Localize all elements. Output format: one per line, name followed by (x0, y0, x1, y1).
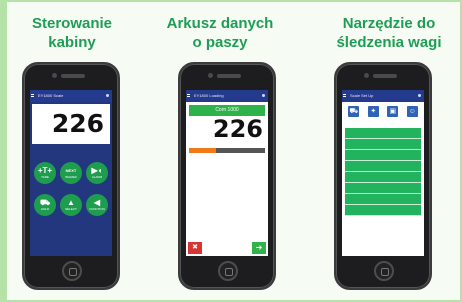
app-title: EY1800 Scale (38, 93, 64, 98)
menu-icon[interactable] (187, 94, 190, 97)
speaker (61, 74, 85, 78)
list-item[interactable] (345, 172, 421, 183)
speaker (373, 74, 397, 78)
truck-icon[interactable]: ▣ (387, 105, 399, 117)
phone-weight-tracker: Scale Set Up ⛟ ✦ ▣ ☺ (334, 62, 432, 290)
home-button[interactable] (218, 261, 238, 281)
arrow-right-icon: ➔ (255, 243, 263, 252)
stop-button[interactable]: ✖ (188, 242, 202, 254)
status-icon (106, 94, 109, 97)
tmr-icon[interactable]: ⛟ (348, 105, 360, 117)
select-button[interactable]: ▲ SELECT (60, 194, 82, 216)
speaker (217, 74, 241, 78)
function-icon: ◀ (93, 198, 101, 207)
list-item[interactable] (345, 194, 421, 205)
select-label: SELECT (65, 207, 77, 211)
phone-feed-sheet: EY1800 Loading Corn 1000 226 ✖ ➔ (178, 62, 276, 290)
app-bar: EY1800 Loading (186, 90, 268, 102)
loading-progress-bar (189, 148, 265, 153)
control-button-grid: +T+ TARE NEXT INGRED ▶◖ ALARM ⛟ HOLD ▲ SELECT… (34, 150, 108, 250)
weight-display: 226 (32, 104, 110, 144)
weight-list (345, 122, 421, 216)
list-item[interactable] (345, 205, 421, 216)
person-icon[interactable]: ☺ (406, 105, 418, 117)
column-title-cab-control: Sterowanie kabiny (31, 15, 113, 51)
weight-value: 226 (212, 115, 263, 143)
hold-label: HOLD (40, 207, 50, 211)
grain-icon[interactable]: ✦ (367, 105, 379, 117)
status-icon (418, 94, 421, 97)
app-title: EY1800 Loading (194, 93, 224, 98)
column-title-feed-sheet: Arkusz danych o paszy (166, 15, 274, 51)
hold-icon: ⛟ (39, 198, 51, 207)
menu-icon[interactable] (31, 94, 34, 97)
home-button[interactable] (374, 261, 394, 281)
function-button[interactable]: ◀ FUNCTION (86, 194, 108, 216)
camera (364, 73, 369, 78)
app-bar: Scale Set Up (342, 90, 424, 102)
screen: EY1800 Scale 226 +T+ TARE NEXT INGRED ▶◖ AL… (30, 90, 112, 256)
menu-icon[interactable] (343, 94, 346, 97)
column-title-weight-tracker: Narzędzie do śledzenia wagi (336, 15, 442, 51)
list-item[interactable] (345, 161, 421, 172)
sound-icon: ▶◖ (91, 166, 103, 175)
list-item[interactable] (345, 183, 421, 194)
tare-icon: +T+ (37, 166, 53, 175)
camera (52, 73, 57, 78)
list-item[interactable] (345, 150, 421, 161)
screen: Scale Set Up ⛟ ✦ ▣ ☺ (342, 90, 424, 256)
app-title: Scale Set Up (350, 93, 374, 98)
stop-icon: ✖ (192, 244, 198, 251)
status-icon (262, 94, 265, 97)
hold-button[interactable]: ⛟ HOLD (34, 194, 56, 216)
tare-button[interactable]: +T+ TARE (34, 162, 56, 184)
list-item[interactable] (345, 139, 421, 150)
weight-value: 226 (51, 109, 104, 138)
select-icon: ▲ (67, 198, 75, 207)
next-ingredient-button[interactable]: NEXT INGRED (60, 162, 82, 184)
function-label: FUNCTION (89, 207, 105, 211)
screen: EY1800 Loading Corn 1000 226 ✖ ➔ (186, 90, 268, 256)
phone-cab-control: EY1800 Scale 226 +T+ TARE NEXT INGRED ▶◖ AL… (22, 62, 120, 290)
next-ingredient-icon: NEXT (65, 168, 77, 173)
next-ingredient-label: INGRED (65, 175, 77, 179)
app-bar: EY1800 Scale (30, 90, 112, 102)
tare-label: TARE (41, 175, 49, 179)
icon-toolbar: ⛟ ✦ ▣ ☺ (344, 104, 422, 118)
alarm-button[interactable]: ▶◖ ALARM (86, 162, 108, 184)
next-button[interactable]: ➔ (252, 242, 266, 254)
list-item[interactable] (345, 128, 421, 139)
background-panel: Sterowanie kabiny Arkusz danych o paszy … (7, 2, 460, 300)
alarm-label: ALARM (91, 175, 103, 179)
camera (208, 73, 213, 78)
progress-fill (189, 148, 216, 153)
home-button[interactable] (62, 261, 82, 281)
